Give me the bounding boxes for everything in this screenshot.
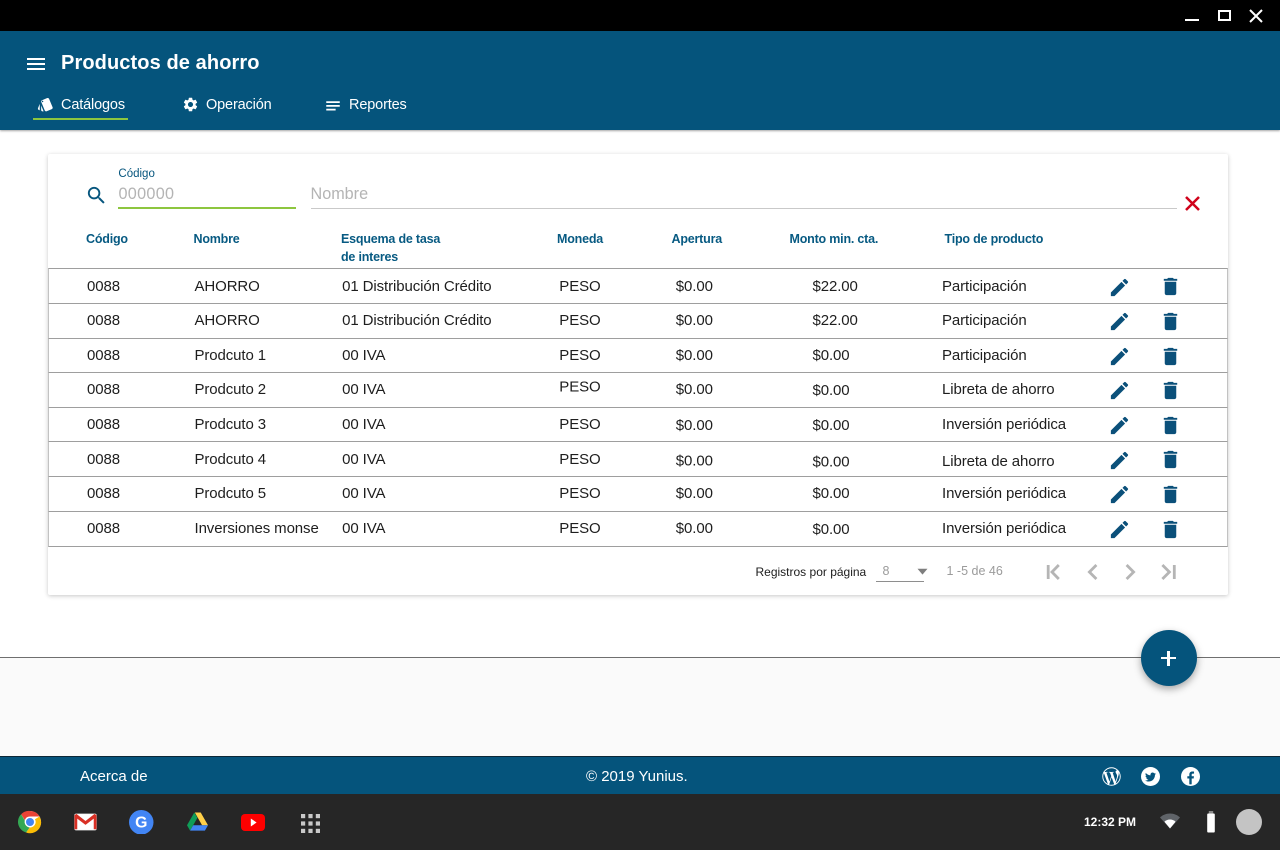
svg-text:G: G xyxy=(135,814,147,831)
